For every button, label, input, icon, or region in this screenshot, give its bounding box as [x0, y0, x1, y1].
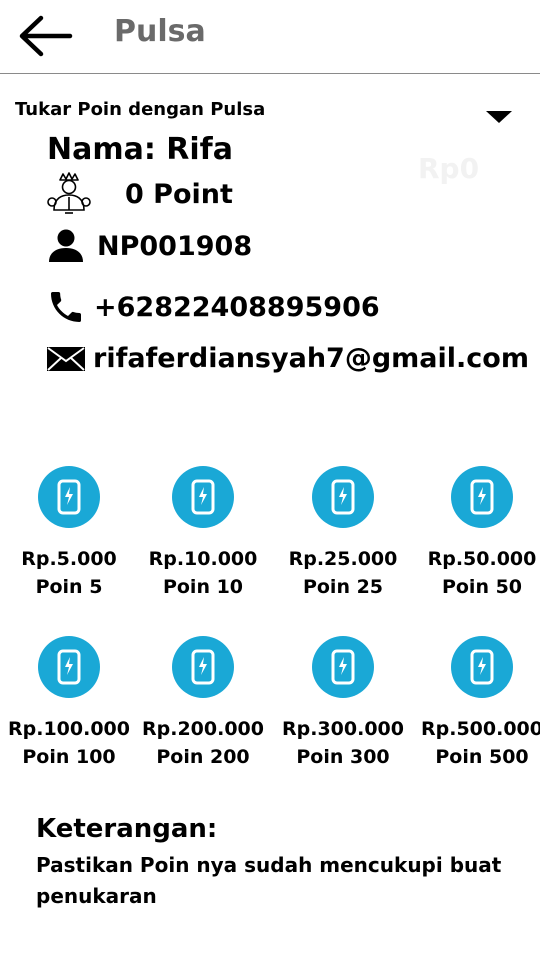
package-price: Rp.50.000	[427, 548, 537, 570]
points-row: 0 Point	[46, 172, 233, 216]
ghost-amount: Rp0	[418, 152, 480, 185]
package-poin: Poin 500	[435, 746, 529, 768]
phone-bolt-icon	[38, 466, 100, 528]
phone-bolt-icon	[312, 636, 374, 698]
arrow-left-icon	[19, 15, 73, 57]
member-id: NP001908	[97, 230, 253, 262]
package-tile-25000[interactable]: Rp.25.000 Poin 25	[277, 466, 409, 598]
note-heading: Keterangan:	[36, 814, 218, 844]
package-tile-300000[interactable]: Rp.300.000 Poin 300	[277, 636, 409, 768]
phone-bolt-icon	[451, 466, 513, 528]
points-value: 0 Point	[125, 178, 233, 210]
phone-bolt-icon	[451, 636, 513, 698]
package-poin: Poin 25	[302, 576, 384, 598]
section-subtitle: Tukar Poin dengan Pulsa	[15, 99, 266, 120]
package-poin: Poin 100	[22, 746, 116, 768]
app-bar: Pulsa	[0, 0, 540, 74]
member-id-row: NP001908	[46, 228, 252, 264]
package-price: Rp.200.000	[142, 718, 264, 740]
package-tile-100000[interactable]: Rp.100.000 Poin 100	[3, 636, 135, 768]
page-title: Pulsa	[114, 14, 206, 49]
email-address: rifaferdiansyah7@gmail.com	[93, 343, 529, 374]
phone-number: +62822408895906	[94, 291, 380, 323]
package-poin: Poin 200	[156, 746, 250, 768]
king-avatar-icon	[47, 172, 91, 214]
package-price: Rp.10.000	[148, 548, 258, 570]
phone-bolt-icon	[38, 636, 100, 698]
package-price: Rp.300.000	[282, 718, 404, 740]
package-poin: Poin 10	[162, 576, 244, 598]
package-price: Rp.25.000	[288, 548, 398, 570]
back-button[interactable]	[14, 10, 76, 62]
package-tile-5000[interactable]: Rp.5.000 Poin 5	[3, 466, 135, 598]
dropdown-toggle[interactable]	[484, 108, 514, 126]
caret-down-icon	[486, 111, 512, 123]
package-tile-10000[interactable]: Rp.10.000 Poin 10	[137, 466, 269, 598]
package-tile-500000[interactable]: Rp.500.000 Poin 500	[416, 636, 540, 768]
person-icon	[49, 229, 83, 262]
phone-bolt-icon	[172, 636, 234, 698]
phone-bolt-icon	[312, 466, 374, 528]
envelope-icon	[47, 346, 85, 371]
package-price: Rp.5.000	[21, 548, 117, 570]
package-price: Rp.100.000	[8, 718, 130, 740]
phone-bolt-icon	[172, 466, 234, 528]
note-text: Pastikan Poin nya sudah mencukupi buat p…	[36, 853, 502, 908]
package-tile-50000[interactable]: Rp.50.000 Poin 50	[416, 466, 540, 598]
phone-row: +62822408895906	[46, 287, 380, 327]
user-name: Nama: Rifa	[47, 132, 233, 167]
package-price: Rp.500.000	[421, 718, 540, 740]
package-tile-200000[interactable]: Rp.200.000 Poin 200	[137, 636, 269, 768]
email-row: rifaferdiansyah7@gmail.com	[46, 343, 529, 374]
package-poin: Poin 50	[441, 576, 523, 598]
phone-icon	[51, 292, 81, 322]
package-poin: Poin 300	[296, 746, 390, 768]
package-poin: Poin 5	[35, 576, 103, 598]
